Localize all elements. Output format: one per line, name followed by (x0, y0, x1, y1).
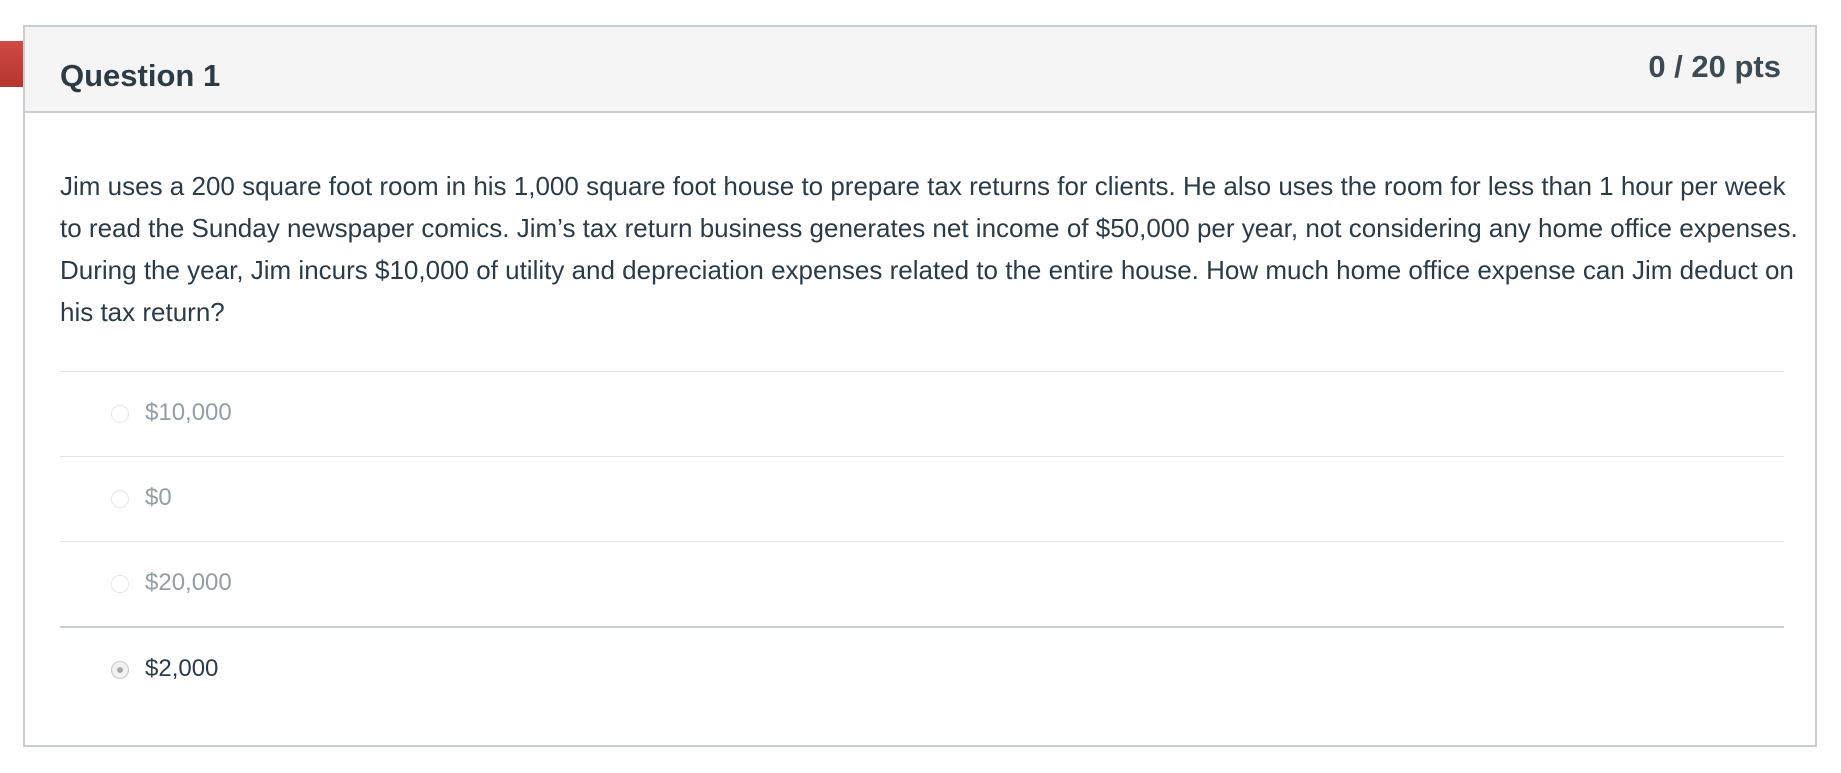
question-points: 0 / 20 pts (1648, 49, 1781, 84)
question-title: Question 1 (60, 58, 221, 93)
question-card: Question 1 0 / 20 pts Jim uses a 200 squ… (23, 25, 1817, 747)
answer-label: $0 (145, 484, 172, 511)
radio-button[interactable] (111, 575, 129, 593)
question-text: Jim uses a 200 square foot room in his 1… (60, 171, 1798, 327)
answer-list: $10,000 $0 $20,000 $2,000 (60, 371, 1784, 711)
answer-label: $20,000 (145, 569, 232, 596)
answer-option[interactable]: $10,000 (60, 371, 1784, 456)
radio-button[interactable] (111, 490, 129, 508)
answer-label: $2,000 (145, 655, 219, 682)
radio-button-checked[interactable] (111, 661, 129, 679)
radio-button[interactable] (111, 405, 129, 423)
answer-option-selected[interactable]: $2,000 (60, 626, 1784, 711)
question-header: Question 1 0 / 20 pts (25, 27, 1815, 113)
answer-option[interactable]: $0 (60, 456, 1784, 541)
answer-option[interactable]: $20,000 (60, 541, 1784, 626)
answer-label: $10,000 (145, 399, 232, 426)
